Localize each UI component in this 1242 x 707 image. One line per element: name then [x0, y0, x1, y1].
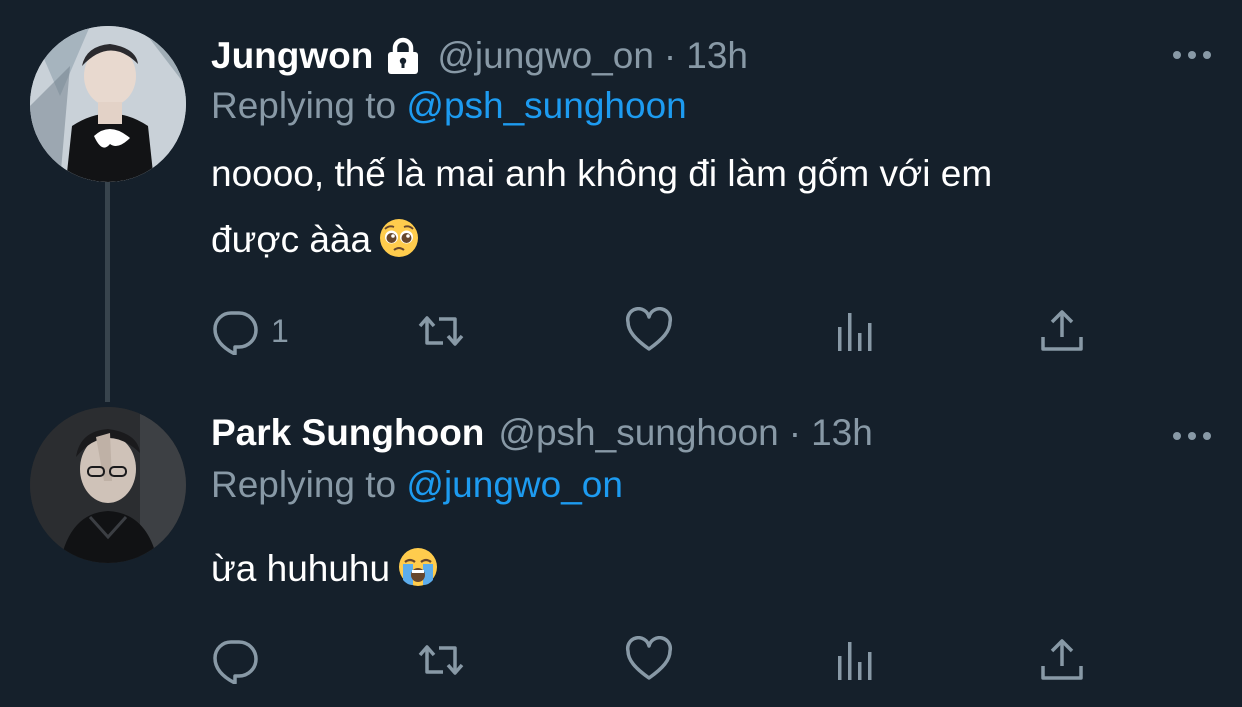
reply-icon	[213, 311, 258, 355]
tweet-jungwon[interactable]: Jungwon @jungwo_on · 13h Replying to @ps…	[0, 0, 1242, 402]
tweet-text-line-with-emoji: được ààa	[211, 207, 1201, 273]
replying-to: Replying to @jungwo_on	[211, 464, 623, 506]
mention-link[interactable]: @jungwo_on	[406, 464, 623, 505]
user-handle[interactable]: @psh_sunghoon	[498, 412, 778, 454]
retweet-button[interactable]	[417, 634, 465, 686]
reply-icon	[213, 640, 258, 684]
tweet-header: Jungwon @jungwo_on · 13h	[211, 34, 748, 78]
tweet-park-sunghoon[interactable]: Park Sunghoon @psh_sunghoon · 13h Replyi…	[0, 400, 1242, 707]
tweet-actions	[211, 634, 1091, 686]
tweet-header: Park Sunghoon @psh_sunghoon · 13h	[211, 411, 873, 455]
tweet-text-line-with-emoji: ừa huhuhu	[211, 536, 1201, 602]
retweet-icon	[418, 316, 464, 346]
share-icon	[1041, 310, 1083, 351]
avatar[interactable]	[30, 26, 186, 182]
reply-count: 1	[271, 312, 289, 349]
lock-icon	[383, 37, 423, 75]
reply-button[interactable]	[211, 634, 271, 686]
avatar-image	[30, 26, 186, 182]
like-button[interactable]	[625, 634, 673, 686]
display-name[interactable]: Park Sunghoon	[211, 412, 484, 454]
user-handle[interactable]: @jungwo_on	[437, 35, 654, 77]
like-icon	[625, 636, 673, 680]
share-icon	[1041, 639, 1083, 680]
share-button[interactable]	[1038, 634, 1086, 686]
analytics-button[interactable]	[832, 305, 880, 357]
like-button[interactable]	[625, 305, 673, 357]
retweet-button[interactable]	[417, 305, 465, 357]
avatar[interactable]	[30, 407, 186, 563]
share-button[interactable]	[1038, 305, 1086, 357]
replying-to: Replying to @psh_sunghoon	[211, 85, 687, 127]
analytics-button[interactable]	[832, 634, 880, 686]
mention-link[interactable]: @psh_sunghoon	[406, 85, 686, 126]
thread-line	[105, 182, 110, 402]
more-icon[interactable]	[1172, 47, 1212, 59]
pleading-face-emoji-icon	[379, 213, 419, 257]
tweet-text: ừa huhuhu	[211, 536, 1201, 602]
timestamp[interactable]: 13h	[686, 35, 748, 77]
retweet-icon	[418, 645, 464, 675]
tweet-text: noooo, thế là mai anh không đi làm gốm v…	[211, 141, 1201, 273]
timestamp[interactable]: 13h	[811, 412, 873, 454]
analytics-icon	[838, 642, 872, 680]
separator-dot: ·	[663, 35, 677, 76]
display-name[interactable]: Jungwon	[211, 35, 373, 77]
more-icon[interactable]	[1172, 428, 1212, 440]
replying-prefix: Replying to	[211, 464, 397, 505]
tweet-actions: 1	[211, 305, 1091, 357]
reply-button[interactable]: 1	[211, 305, 289, 357]
tweet-text-line: ừa huhuhu	[211, 548, 391, 589]
tweet-text-line: được ààa	[211, 219, 372, 260]
separator-dot: ·	[788, 412, 802, 453]
tweet-text-line: noooo, thế là mai anh không đi làm gốm v…	[211, 153, 993, 194]
like-icon	[625, 307, 673, 351]
analytics-icon	[838, 313, 872, 351]
loudly-crying-face-emoji-icon	[398, 542, 438, 586]
replying-prefix: Replying to	[211, 85, 397, 126]
avatar-image	[30, 407, 186, 563]
